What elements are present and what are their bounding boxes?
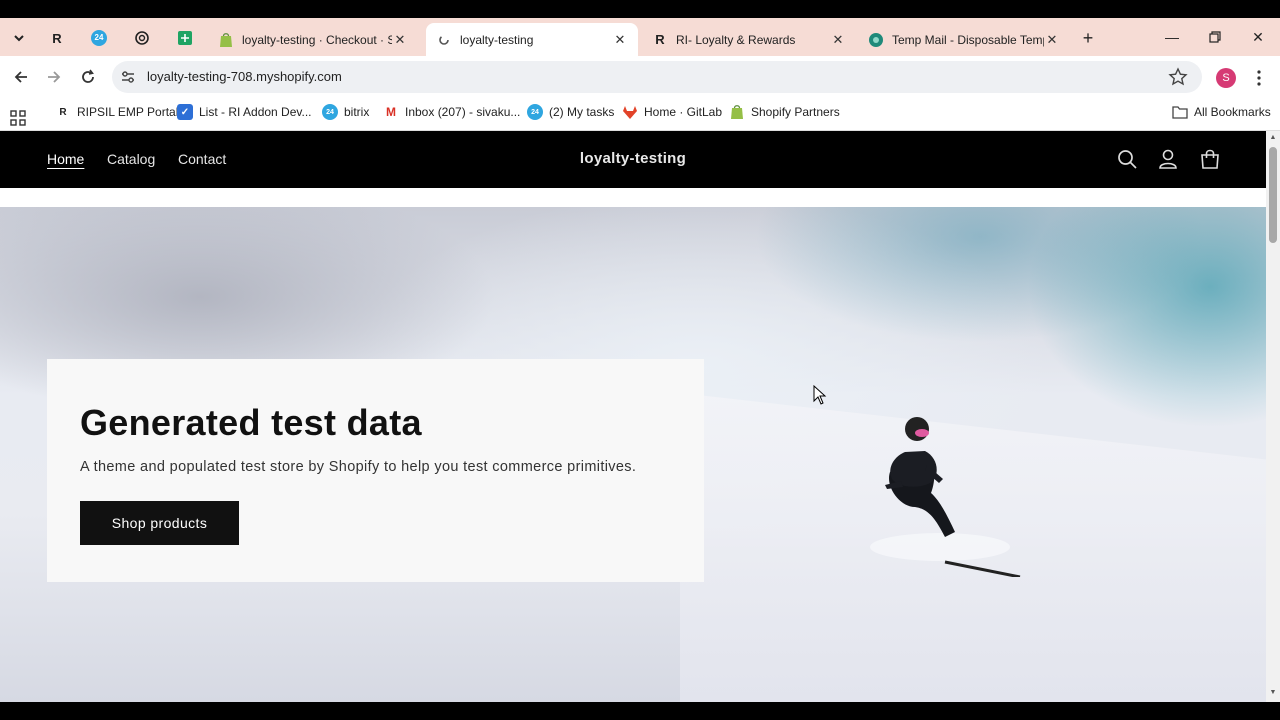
shopify-bag-icon — [218, 32, 234, 48]
scroll-down-icon[interactable]: ▼ — [1269, 689, 1277, 697]
bookmark-ri-addon[interactable]: ✓ List - RI Addon Dev... — [177, 98, 312, 126]
bookmark-gitlab[interactable]: Home · GitLab — [622, 98, 722, 126]
bookmark-label: Inbox (207) - sivaku... — [405, 105, 521, 119]
tab-ri-loyalty[interactable]: R RI- Loyalty & Rewards ✕ — [642, 23, 856, 56]
reload-button[interactable] — [75, 64, 101, 90]
bookmark-label: Shopify Partners — [751, 105, 840, 119]
bookmark-star-icon[interactable] — [1168, 67, 1188, 87]
kebab-menu-icon — [1257, 70, 1261, 86]
reload-icon — [82, 69, 94, 83]
tab-search-button[interactable] — [6, 25, 32, 51]
store-brand[interactable]: loyalty-testing — [0, 150, 1266, 167]
pinned-tab-openai[interactable] — [127, 26, 157, 50]
close-icon: ✕ — [1252, 28, 1264, 45]
bookmarks-bar: R RIPSIL EMP Portal ✓ List - RI Addon De… — [0, 98, 1280, 131]
tab-title: loyalty-testing · Checkout · Sh — [242, 32, 392, 47]
gitlab-icon — [622, 104, 638, 120]
account-icon[interactable] — [1157, 148, 1179, 170]
ripsil-r-icon: R — [52, 30, 62, 46]
site-settings-icon[interactable] — [120, 69, 136, 85]
tab-temp-mail[interactable]: Temp Mail - Disposable Tempo ✕ — [858, 23, 1070, 56]
bitrix-icon: 24 — [322, 104, 338, 120]
close-icon[interactable]: ✕ — [830, 32, 846, 48]
tab-checkout[interactable]: loyalty-testing · Checkout · Sh ✕ — [208, 23, 418, 56]
gmail-icon: M — [386, 105, 396, 119]
store-header: Home Catalog Contact loyalty-testing — [0, 131, 1266, 188]
temp-mail-icon — [868, 32, 884, 48]
arrow-right-icon — [48, 71, 61, 83]
bookmark-label: (2) My tasks — [549, 105, 615, 119]
scrollbar-thumb[interactable] — [1269, 147, 1277, 243]
tab-title: RI- Loyalty & Rewards — [676, 32, 796, 47]
browser-tab-bar: R 24 loyalty-testing · Checkout · Sh ✕ l… — [0, 18, 1280, 56]
all-bookmarks-button[interactable]: All Bookmarks — [1172, 98, 1271, 126]
mouse-cursor-icon — [813, 385, 827, 405]
hero-subheading: A theme and populated test store by Shop… — [80, 459, 637, 475]
apps-button[interactable] — [10, 104, 26, 132]
tab-loyalty-testing[interactable]: loyalty-testing ✕ — [426, 23, 638, 56]
close-window-button[interactable]: ✕ — [1236, 18, 1280, 56]
folder-icon — [1172, 104, 1188, 120]
ri-r-icon: R — [655, 32, 665, 47]
bitrix-icon: 24 — [527, 104, 543, 120]
address-bar[interactable]: loyalty-testing-708.myshopify.com — [112, 61, 1202, 93]
apps-grid-icon — [10, 110, 26, 126]
shop-products-button[interactable]: Shop products — [80, 501, 239, 545]
profile-avatar[interactable]: S — [1216, 68, 1236, 88]
new-tab-button[interactable]: + — [1075, 25, 1101, 51]
hero-content-card: Generated test data A theme and populate… — [47, 359, 704, 582]
bookmark-label: All Bookmarks — [1194, 105, 1271, 119]
close-icon[interactable]: ✕ — [392, 32, 408, 48]
browser-toolbar: loyalty-testing-708.myshopify.com — [0, 56, 1280, 98]
pinned-tab-sheets[interactable] — [170, 26, 200, 50]
bookmark-bitrix[interactable]: 24 bitrix — [322, 98, 369, 126]
bitrix-icon: 24 — [91, 30, 107, 46]
close-icon[interactable]: ✕ — [1044, 32, 1060, 48]
arrow-left-icon — [14, 71, 27, 83]
shopify-bag-icon — [729, 104, 745, 120]
bookmark-my-tasks[interactable]: 24 (2) My tasks — [527, 98, 614, 126]
task-list-icon: ✓ — [177, 104, 193, 120]
bookmark-label: List - RI Addon Dev... — [199, 105, 312, 119]
plus-icon: + — [1082, 27, 1094, 48]
minimize-button[interactable]: — — [1150, 18, 1194, 56]
tab-title: loyalty-testing — [460, 32, 534, 47]
snowboarder-image — [870, 417, 1021, 577]
bookmark-label: Home · GitLab — [644, 105, 723, 119]
pinned-tab-ripsil[interactable]: R — [42, 26, 72, 50]
pinned-tab-bitrix[interactable]: 24 — [84, 26, 114, 50]
search-icon[interactable] — [1116, 148, 1138, 170]
bookmark-gmail[interactable]: M Inbox (207) - sivaku... — [383, 98, 520, 126]
browser-menu-button[interactable] — [1250, 66, 1268, 90]
ripsil-r-icon: R — [59, 106, 67, 118]
tab-title: Temp Mail - Disposable Tempo — [892, 32, 1044, 47]
scroll-up-icon[interactable]: ▲ — [1269, 134, 1277, 142]
openai-icon — [135, 31, 149, 45]
restore-icon — [1209, 31, 1221, 43]
bookmark-label: bitrix — [344, 105, 370, 119]
bookmark-shopify-partners[interactable]: Shopify Partners — [729, 98, 840, 126]
close-icon[interactable]: ✕ — [612, 32, 628, 48]
page-viewport: Home Catalog Contact loyalty-testing Gen… — [0, 131, 1266, 702]
forward-button[interactable] — [41, 64, 67, 90]
minimize-icon: — — [1165, 29, 1179, 45]
bookmark-label: RIPSIL EMP Portal — [77, 105, 179, 119]
hero-banner: Generated test data A theme and populate… — [0, 207, 1266, 702]
top-black-strip — [0, 0, 1280, 18]
page-scrollbar[interactable]: ▲ ▼ — [1266, 131, 1280, 702]
url-text[interactable]: loyalty-testing-708.myshopify.com — [147, 61, 342, 93]
bottom-black-strip — [0, 702, 1280, 720]
bookmark-ripsil[interactable]: R RIPSIL EMP Portal — [55, 98, 178, 126]
chevron-down-icon — [14, 35, 24, 42]
sheets-icon — [178, 31, 192, 45]
back-button[interactable] — [8, 64, 34, 90]
loading-favicon-icon — [436, 32, 452, 48]
cart-icon[interactable] — [1199, 148, 1221, 170]
restore-button[interactable] — [1193, 18, 1237, 56]
hero-heading: Generated test data — [80, 402, 422, 443]
